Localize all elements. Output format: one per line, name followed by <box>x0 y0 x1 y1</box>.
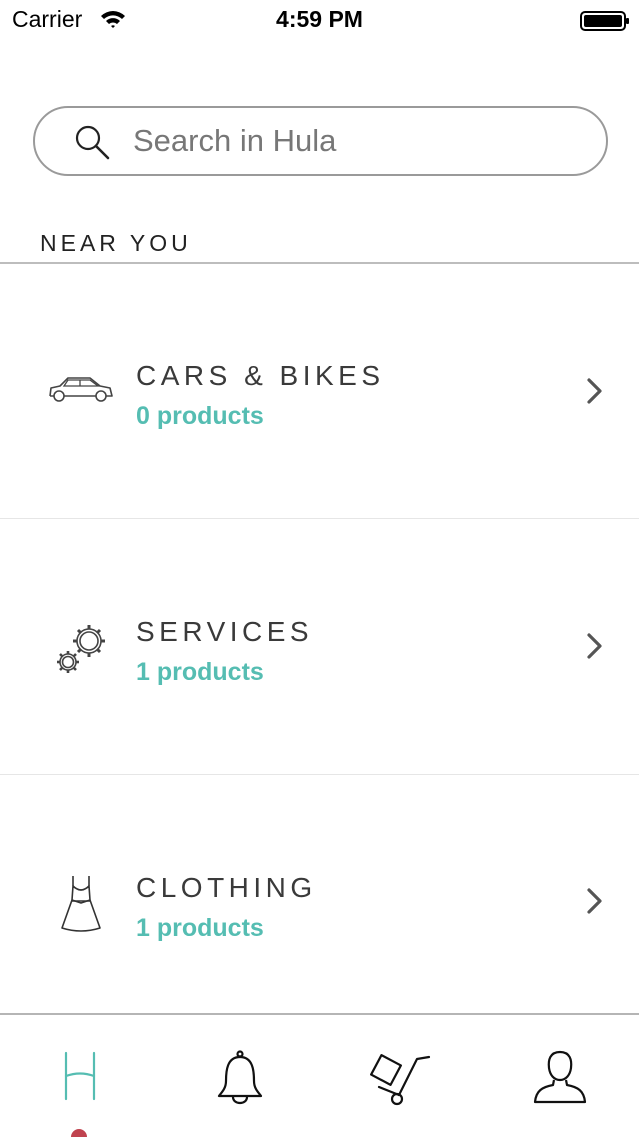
search-icon <box>75 125 110 160</box>
category-row-services[interactable]: SERVICES 1 products <box>0 520 639 775</box>
chevron-right-icon <box>587 633 602 659</box>
hand-truck-icon <box>369 1054 430 1106</box>
category-count: 1 products <box>136 658 264 686</box>
user-icon <box>533 1050 586 1104</box>
category-row-clothing[interactable]: CLOTHING 1 products <box>0 775 639 1013</box>
section-title-near-you: NEAR YOU <box>40 230 192 256</box>
car-icon <box>49 377 113 402</box>
tab-notifications[interactable] <box>160 1015 319 1137</box>
category-count: 0 products <box>136 402 264 430</box>
category-row-cars-bikes[interactable]: CARS & BIKES 0 products <box>0 264 639 519</box>
category-title: SERVICES <box>136 616 314 647</box>
battery-icon <box>580 11 629 31</box>
bell-icon <box>217 1050 262 1105</box>
gears-icon <box>57 625 105 673</box>
status-bar: Carrier 4:59 PM <box>0 0 639 40</box>
search-input[interactable] <box>133 108 583 174</box>
tab-bar <box>0 1013 639 1137</box>
tab-home[interactable] <box>0 1015 159 1137</box>
category-title: CLOTHING <box>136 872 317 903</box>
dress-icon <box>61 876 101 932</box>
search-bar[interactable] <box>33 106 608 176</box>
tab-profile[interactable] <box>480 1015 639 1137</box>
category-title: CARS & BIKES <box>136 360 385 391</box>
status-time: 4:59 PM <box>276 6 363 32</box>
hula-home-icon <box>64 1051 95 1101</box>
category-count: 1 products <box>136 914 264 942</box>
chevron-right-icon <box>587 378 602 404</box>
tab-delivery[interactable] <box>320 1015 479 1137</box>
chevron-right-icon <box>587 888 602 914</box>
